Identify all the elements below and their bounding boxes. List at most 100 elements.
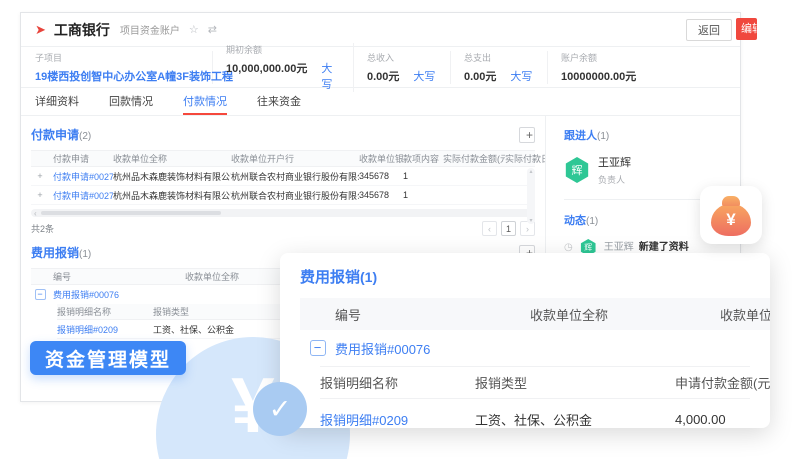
field-label: 子项目 [35,51,199,64]
payment-request-link[interactable]: 付款申请#00272 [53,191,113,201]
header-cell: 报销明细名称 [320,373,475,392]
expense-amount-cell: 4,000.00 [675,412,770,427]
panel-subtable: 报销明细名称 报销类型 申请付款金额(元) 报销明细#0209 工资、社保、公积… [320,366,750,428]
panel-count: (1) [360,269,377,285]
uppercase-link[interactable]: 大写 [510,68,532,84]
header-cell: 收款单位全称 [113,152,231,165]
expense-zoom-panel: 费用报销(1) 编号 收款单位全称 收款单位开户行 − 费用报销#00076 报… [280,253,770,428]
followers-count: (1) [597,131,609,142]
header-cell: 收款单位开户行 [720,305,770,324]
scroll-down-icon[interactable]: ▾ [529,217,532,224]
caption-badge: 资金管理模型 [30,341,186,375]
header-cell: 实际付款金额(元) [443,152,505,165]
total-count-label: 共2条 [31,222,54,235]
tab-payments[interactable]: 付款情况 [183,88,227,115]
bank-logo-icon: ➤ [35,23,46,36]
bank-cell: 杭州联合农村商业银行股份有限公司半山支行 [231,189,359,202]
header-cell: 付款申请 [53,152,113,165]
uppercase-link[interactable]: 大写 [321,60,340,92]
star-icon[interactable]: ☆ [189,23,199,36]
field-value: 0.00元 [464,68,496,84]
section-count: (1) [79,249,91,260]
moneybag-icon: ¥ [711,204,751,236]
expense-type-cell: 工资、社保、公积金 [475,410,675,428]
collapse-row-icon[interactable]: − [35,289,46,300]
panel-title: 费用报销 [300,269,360,286]
vertical-scrollbar[interactable]: ▴ ▾ [527,168,535,224]
field-account-balance: 账户余额 10000000.00元 [561,51,649,84]
tab-details[interactable]: 详细资料 [35,88,79,115]
swap-icon[interactable]: ⇄ [208,23,217,36]
person-name: 王亚辉 [598,154,631,170]
expense-link[interactable]: 费用报销#00076 [53,290,119,300]
header-cell: 收款单位开户行 [231,152,359,165]
activity-count: (1) [586,216,598,227]
add-payment-request-button[interactable]: + [519,127,535,143]
expense-link[interactable]: 费用报销#00076 [335,342,430,357]
header-cell: 报销类型 [475,373,675,392]
page-title: 工商银行 [54,20,110,40]
tab-collections[interactable]: 回款情况 [109,88,153,115]
subproject-link[interactable]: 19楼西投创智中心办公室A幢3F装饰工程 [35,68,233,84]
activity-title-text: 动态 [564,215,586,227]
pagination: ‹ 1 › [482,221,535,236]
collapse-row-icon[interactable]: − [310,340,326,356]
yuan-symbol: ¥ [726,210,735,230]
content-cell: 1 [403,171,443,181]
panel-title-row: 费用报销(1) [300,266,770,287]
scroll-left-icon[interactable]: ‹ [34,209,37,218]
tab-bar: 详细资料 回款情况 付款情况 往来资金 [21,88,740,116]
followers-title-text: 跟进人 [564,130,597,142]
company-cell: 杭州品木森鹿装饰材料有限公司 [113,170,231,183]
field-opening-balance: 期初余额 10,000,000.00元 大写 [226,43,354,92]
company-cell: 杭州品木森鹿装饰材料有限公司 [113,189,231,202]
follower-person[interactable]: 辉 王亚辉 负责人 [564,154,730,186]
expand-row-icon[interactable]: + [37,190,42,200]
back-button[interactable]: 返回 [686,19,732,41]
uppercase-link[interactable]: 大写 [413,68,435,84]
edit-button[interactable]: 编辑 [736,18,757,40]
field-value: 10,000,000.00元 [226,60,307,76]
header-cell: 申请付款金额(元) [675,373,770,392]
page-number[interactable]: 1 [501,221,516,236]
moneybag-card: ¥ [700,186,762,244]
header-cell: 编号 [335,305,530,324]
avatar: 辉 [564,157,590,183]
payment-request-footer: 共2条 ‹ 1 › [31,221,535,236]
account-cell: 345678 [359,190,403,200]
page: ➤ 工商银行 项目资金账户 ☆ ⇄ 返回 子项目 19楼西投创智中心办公室A幢3… [0,0,792,459]
section-count: (2) [79,131,91,142]
followers-title: 跟进人(1) [564,127,730,143]
field-total-income: 总收入 0.00元 大写 [367,51,451,84]
field-value: 0.00元 [367,68,399,84]
scroll-up-icon[interactable]: ▴ [529,168,532,175]
payment-request-link[interactable]: 付款申请#00274 [53,172,113,182]
field-value: 10000000.00元 [561,68,636,84]
header-cell: 款项内容 [403,152,443,165]
field-label: 总支出 [464,51,534,64]
expand-row-icon[interactable]: + [37,171,42,181]
section-title: 费用报销 [31,246,79,260]
field-label: 账户余额 [561,51,636,64]
scrollbar-thumb[interactable] [41,211,221,215]
top-bar: ➤ 工商银行 项目资金账户 ☆ ⇄ 返回 [21,13,740,47]
payment-request-table: 付款申请 收款单位全称 收款单位开户行 收款单位银行帐号 款项内容 实际付款金额… [31,150,535,205]
page-subtitle: 项目资金账户 [120,22,180,37]
tab-transactions[interactable]: 往来资金 [257,88,301,115]
section-title: 付款申请 [31,128,79,142]
prev-page-button[interactable]: ‹ [482,221,497,236]
table-header-row: 付款申请 收款单位全称 收款单位开户行 收款单位银行帐号 款项内容 实际付款金额… [31,150,535,167]
summary-row: 子项目 19楼西投创智中心办公室A幢3F装饰工程 期初余额 10,000,000… [21,47,740,88]
check-symbol: ✓ [269,394,292,425]
table-row: + 付款申请#00274 杭州品木森鹿装饰材料有限公司 杭州联合农村商业银行股份… [31,167,535,186]
expense-detail-link[interactable]: 报销明细#0209 [57,325,118,335]
header-cell: 收款单位全称 [530,305,720,324]
header-cell: 实际付款日期 [505,152,545,165]
expense-detail-link[interactable]: 报销明细#0209 [320,413,408,428]
account-cell: 345678 [359,171,403,181]
horizontal-scrollbar[interactable]: ‹ › [31,209,535,217]
header-cell: 编号 [53,270,185,283]
header-cell: 收款单位银行帐号 [359,152,403,165]
check-badge-icon: ✓ [253,382,307,436]
panel-table-row: − 费用报销#00076 [300,330,770,366]
